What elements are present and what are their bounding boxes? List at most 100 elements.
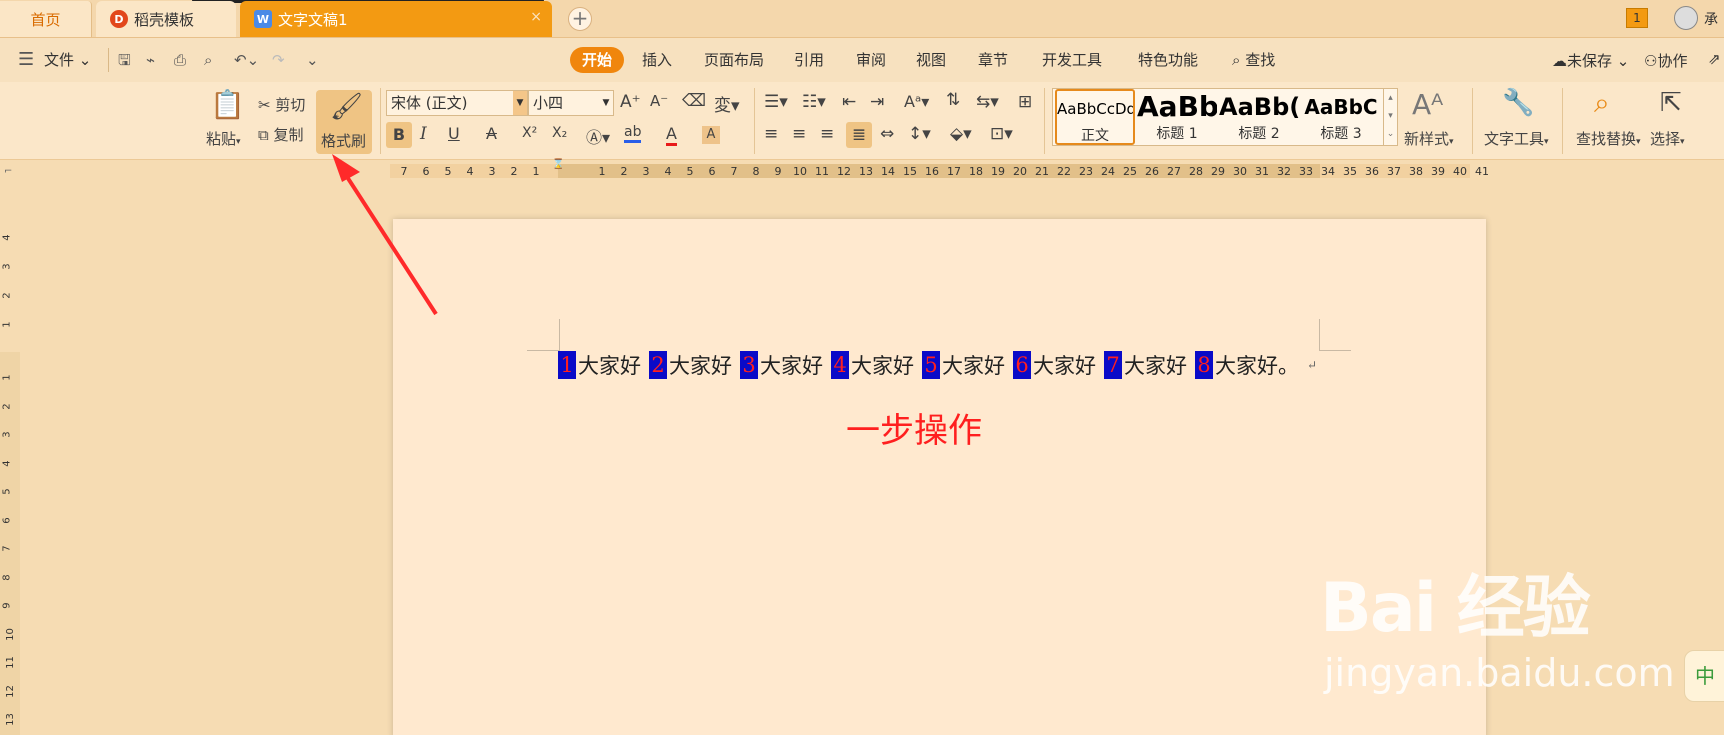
borders-icon[interactable]: ⊡▾ (990, 124, 1013, 144)
avatar[interactable] (1674, 6, 1698, 30)
text-segment: 大家好 (760, 354, 823, 378)
ruler-tick-label: 3 (1, 431, 13, 438)
collaborate-button[interactable]: ⚇协作 (1644, 50, 1687, 71)
superscript-button[interactable]: X² (522, 125, 537, 141)
paste-button[interactable]: 粘贴▾ (206, 128, 241, 149)
table-border-icon[interactable]: ⊞ (1018, 92, 1032, 112)
char-shading-button[interactable]: A (702, 126, 720, 144)
text-effect-icon[interactable]: Ⓐ▾ (586, 124, 610, 148)
align-right-icon[interactable]: ≡ (820, 124, 834, 144)
style-heading-2[interactable]: AaBb( 标题 2 (1219, 89, 1299, 145)
ruler-tick-label: 26 (1145, 165, 1159, 178)
tab-developer[interactable]: 开发工具 (1042, 47, 1102, 73)
justify-icon[interactable]: ≣ (846, 122, 872, 148)
tab-start[interactable]: 开始 (570, 47, 624, 73)
user-name[interactable]: 承 (1704, 9, 1718, 29)
customize-quick-access-icon[interactable]: ⌄ (306, 49, 319, 71)
subscript-button[interactable]: X₂ (552, 125, 567, 141)
numbered-list-icon[interactable]: ☷▾ (802, 92, 826, 112)
format-painter-button[interactable]: 🖌 格式刷 (316, 90, 372, 154)
ruler-tick-label: 1 (1, 321, 13, 328)
style-heading-1[interactable]: AaBb 标题 1 (1137, 89, 1217, 145)
share-icon[interactable]: ⇗ (1708, 50, 1721, 68)
style-heading-2-sample: AaBb( (1219, 93, 1299, 121)
align-left-icon[interactable]: ≡ (764, 124, 778, 144)
font-size-select[interactable]: 小四 ▼ (528, 90, 614, 116)
paragraph-mark-icon: ↵ (1307, 358, 1318, 372)
style-normal[interactable]: AaBbCcDd 正文 (1055, 89, 1135, 145)
phonetic-guide-icon[interactable]: 変▾ (714, 91, 740, 116)
unsaved-status[interactable]: ☁未保存 ⌄ (1552, 50, 1629, 71)
select-button[interactable]: 选择▾ (1650, 128, 1685, 149)
vertical-ruler[interactable]: 4 3 2 1 1 2 3 4 5 6 7 8 9 10 11 12 13 (0, 182, 20, 735)
show-marks-icon[interactable]: ⇆▾ (976, 92, 999, 112)
ruler-tick-label: 10 (4, 627, 16, 641)
ime-indicator[interactable]: 中 (1684, 650, 1724, 702)
find-replace-label: 查找替换 (1576, 130, 1637, 148)
clear-format-icon[interactable]: ⌫ (682, 91, 706, 111)
print-icon[interactable]: ⎙ (174, 49, 186, 71)
distributed-align-icon[interactable]: ⇔ (880, 124, 894, 144)
align-center-icon[interactable]: ≡ (792, 124, 806, 144)
export-pdf-icon[interactable]: ⌁ (146, 49, 155, 71)
bullet-list-icon[interactable]: ☰▾ (764, 92, 788, 112)
add-tab-button[interactable]: + (568, 7, 592, 31)
indent-marker-icon[interactable]: ⌛ (552, 160, 564, 182)
change-case-icon[interactable]: Aᵃ▾ (904, 92, 929, 111)
tab-special-features[interactable]: 特色功能 (1138, 47, 1198, 73)
gallery-scroll-icon[interactable]: ▴ ▾ ⌄ (1383, 89, 1397, 145)
tab-insert[interactable]: 插入 (642, 47, 672, 73)
hamburger-icon[interactable]: ☰ (18, 49, 34, 71)
strikethrough-button[interactable]: A (486, 124, 497, 143)
shrink-font-icon[interactable]: A⁻ (650, 92, 668, 110)
cursor-icon[interactable]: ⇱ (1660, 88, 1682, 118)
tab-document[interactable]: W 文字文稿1 × (240, 1, 552, 37)
paste-icon[interactable]: 📋 (210, 88, 245, 121)
increase-indent-icon[interactable]: ⇥ (870, 92, 884, 112)
line-spacing-icon[interactable]: ↕▾ (908, 124, 931, 144)
tab-templates[interactable]: D 稻壳模板 (96, 1, 236, 37)
grow-font-icon[interactable]: A⁺ (620, 92, 641, 112)
cut-button[interactable]: ✂ 剪切 (258, 94, 305, 115)
font-size-value: 小四 (533, 94, 564, 112)
horizontal-ruler[interactable]: ⌐ ⌛ 7654321 1 2 3 4 5 6 7 8 9 10 11 12 13 14 15 16 17 18 1… (0, 160, 1724, 182)
divider (108, 48, 109, 72)
style-normal-label: 正文 (1081, 128, 1109, 144)
bold-button[interactable]: B (386, 122, 412, 148)
sort-icon[interactable]: ⇅ (946, 90, 960, 110)
style-heading-3-sample: AaBbC (1304, 95, 1378, 119)
underline-button[interactable]: U (448, 124, 460, 143)
shading-icon[interactable]: ⬙▾ (950, 124, 972, 144)
text-tools-button[interactable]: 文字工具▾ (1484, 128, 1549, 149)
document-paragraph[interactable]: 1 大家好 2 大家好 3 大家好 4 大家好 5 大家好 6 大家好 7 大家好 8 大家好。 ↵ (558, 350, 1317, 380)
tab-home[interactable]: 首页 (0, 1, 92, 37)
new-style-button[interactable]: 新样式▾ (1404, 128, 1454, 149)
save-icon[interactable]: 🖫 (118, 49, 131, 71)
search-icon[interactable]: ⌕ (1594, 86, 1610, 120)
undo-icon[interactable]: ↶⌄ (234, 49, 259, 71)
notification-badge[interactable]: 1 (1626, 8, 1648, 28)
find-button[interactable]: ⌕ 查找 (1232, 47, 1275, 73)
redo-icon[interactable]: ↷ (272, 49, 285, 71)
close-tab-icon[interactable]: × (530, 9, 542, 25)
highlight-button[interactable]: ab (624, 124, 642, 143)
wrench-icon[interactable]: 🔧 (1502, 88, 1534, 118)
new-style-icon[interactable]: Aᴬ (1412, 88, 1443, 121)
find-replace-button[interactable]: 查找替换▾ (1576, 128, 1641, 149)
print-preview-icon[interactable]: ⌕ (204, 49, 212, 71)
tab-view[interactable]: 视图 (916, 47, 946, 73)
font-color-button[interactable]: A (666, 124, 677, 146)
copy-button[interactable]: ⧉ 复制 (258, 124, 304, 145)
tab-sections[interactable]: 章节 (978, 47, 1008, 73)
tab-page-layout[interactable]: 页面布局 (704, 47, 764, 73)
style-heading-1-sample: AaBb (1137, 90, 1217, 123)
tab-review[interactable]: 审阅 (856, 47, 886, 73)
tab-stop-icon[interactable]: ⌐ (4, 166, 12, 177)
italic-button[interactable]: I (420, 124, 427, 144)
font-name-select[interactable]: 宋体 (正文) ▼ (386, 90, 528, 116)
tab-references[interactable]: 引用 (794, 47, 824, 73)
file-menu[interactable]: 文件 ⌄ (44, 49, 91, 71)
style-heading-3[interactable]: AaBbC 标题 3 (1301, 89, 1381, 145)
ruler-tick-label: 20 (1013, 165, 1027, 178)
decrease-indent-icon[interactable]: ⇤ (842, 92, 856, 112)
